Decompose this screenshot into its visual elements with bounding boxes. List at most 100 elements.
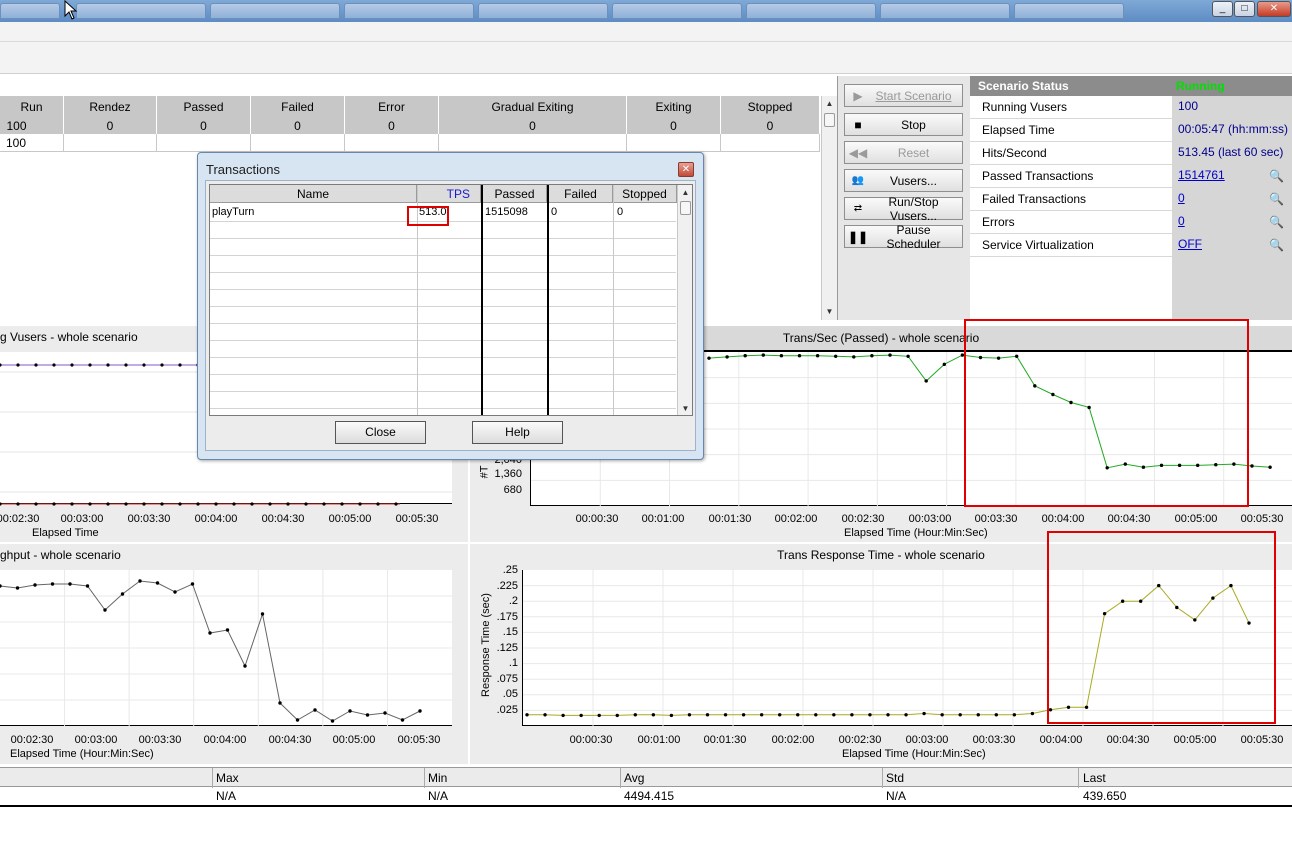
response-time-point [561, 713, 565, 718]
vusers-point [340, 502, 344, 506]
col-passed[interactable]: Passed [481, 185, 547, 203]
scroll-thumb[interactable] [824, 113, 835, 127]
magnifier-icon[interactable]: 🔍 [1269, 215, 1284, 229]
window-close-button[interactable]: ✕ [1257, 1, 1291, 17]
txn-failed[interactable]: 0 [549, 204, 557, 220]
scroll-down-icon[interactable]: ▼ [678, 401, 692, 415]
help-button[interactable]: Help [472, 421, 563, 444]
task-tab[interactable] [612, 3, 742, 19]
task-tab[interactable] [76, 3, 206, 19]
magnifier-icon[interactable]: 🔍 [1269, 192, 1284, 206]
cell[interactable] [345, 134, 439, 152]
scroll-down-icon[interactable]: ▼ [822, 304, 837, 320]
task-tab[interactable] [746, 3, 876, 19]
close-button[interactable]: Close [335, 421, 426, 444]
throughput-point [225, 628, 230, 632]
task-tab[interactable] [1014, 3, 1124, 19]
cell[interactable] [64, 134, 157, 152]
trans-sec-point [906, 354, 910, 359]
taskbar: _ □ ✕ [0, 0, 1292, 22]
play-icon: ▶ [853, 88, 863, 103]
throughput-point [400, 718, 405, 722]
throughput-graph[interactable]: ghput - whole scenario 00:02:30 00:03:00… [0, 544, 468, 764]
vusers-point [178, 502, 182, 506]
cell[interactable] [721, 134, 820, 152]
minimize-button[interactable]: _ [1212, 1, 1233, 17]
task-tab[interactable] [344, 3, 474, 19]
passed-transactions-link[interactable]: 1514761 [1178, 168, 1225, 182]
vusers-point [88, 363, 92, 367]
x-tick: 00:05:00 [328, 513, 372, 525]
start-scenario-button[interactable]: ▶ Start Scenario [844, 84, 963, 107]
run-stop-vusers-button[interactable]: ⇄ Run/Stop Vusers... [844, 195, 963, 223]
mouse-cursor-icon [64, 0, 78, 20]
stop-button[interactable]: ■ Stop [844, 113, 963, 136]
task-tab[interactable] [880, 3, 1010, 19]
vusers-point [232, 502, 236, 506]
response-time-point [525, 713, 529, 717]
txn-name[interactable]: playTurn [210, 204, 410, 220]
pause-scheduler-button[interactable]: ❚❚ Pause Scheduler [844, 223, 963, 251]
response-time-point [1030, 711, 1035, 716]
vusers-point [88, 502, 92, 506]
x-axis-label: Elapsed Time (Hour:Min:Sec) [844, 527, 988, 539]
transactions-grid: Name TPS Passed Failed Stopped playTurn … [209, 184, 693, 416]
task-tab[interactable] [478, 3, 608, 19]
response-time-point [597, 713, 601, 718]
scroll-up-icon[interactable]: ▲ [678, 185, 692, 201]
col-failed[interactable]: Failed [547, 185, 613, 203]
grid-row-line [210, 323, 676, 324]
service-virtualization-link[interactable]: OFF [1178, 237, 1202, 251]
cell[interactable] [439, 134, 627, 152]
txn-passed[interactable]: 1515098 [483, 204, 528, 220]
cell[interactable] [627, 134, 721, 152]
response-time-point [579, 713, 583, 718]
col-stopped[interactable]: Stopped [613, 185, 677, 203]
scroll-thumb[interactable] [680, 201, 691, 215]
transactions-scrollbar[interactable]: ▲ ▼ [677, 185, 692, 415]
response-time-point [994, 713, 998, 717]
cell[interactable] [251, 134, 345, 152]
toolbar [0, 22, 1292, 74]
throughput-point [330, 719, 335, 723]
x-tick: 00:01:30 [703, 734, 747, 746]
reset-button[interactable]: ◀◀ Reset [844, 141, 963, 164]
response-time-point [759, 713, 764, 717]
grid-row-line [210, 391, 676, 392]
magnifier-icon[interactable]: 🔍 [1269, 169, 1284, 183]
groups-scrollbar[interactable]: ▲ ▼ [821, 96, 837, 320]
cell-run[interactable]: 100 [0, 134, 64, 152]
failed-transactions-link[interactable]: 0 [1178, 191, 1185, 205]
txn-stopped[interactable]: 0 [615, 204, 623, 220]
col-name[interactable]: Name [210, 185, 417, 203]
vusers-point [160, 502, 164, 506]
trans-sec-point [761, 353, 765, 357]
vusers-point [304, 502, 308, 506]
y-tick: .025 [496, 704, 518, 716]
scroll-up-icon[interactable]: ▲ [822, 96, 837, 112]
errors-link[interactable]: 0 [1178, 214, 1185, 228]
cell[interactable] [157, 134, 251, 152]
x-tick: 00:00:30 [569, 734, 613, 746]
x-tick: 00:03:00 [908, 513, 952, 525]
grid-row-line [210, 255, 676, 256]
scenario-status-panel: Scenario Status Running Running Vusers 10… [970, 76, 1292, 320]
vusers-point [16, 363, 20, 367]
throughput-point [313, 708, 317, 712]
x-tick: 00:02:00 [771, 734, 815, 746]
grid-row-line [210, 374, 676, 375]
maximize-button[interactable]: □ [1234, 1, 1255, 17]
value-avg: 4494.415 [624, 789, 675, 803]
vusers-point [268, 502, 272, 506]
vusers-point [178, 363, 182, 367]
task-tab[interactable] [0, 3, 60, 19]
x-tick: 00:03:00 [74, 734, 118, 746]
x-tick: 00:00:30 [575, 513, 619, 525]
magnifier-icon[interactable]: 🔍 [1269, 238, 1284, 252]
vusers-button[interactable]: 👥 Vusers... [844, 169, 963, 192]
grid-row-line [210, 272, 676, 273]
x-tick: 00:02:30 [838, 734, 882, 746]
dialog-close-icon[interactable]: ✕ [678, 162, 694, 177]
col-tps[interactable]: TPS [417, 185, 481, 203]
task-tab[interactable] [210, 3, 340, 19]
